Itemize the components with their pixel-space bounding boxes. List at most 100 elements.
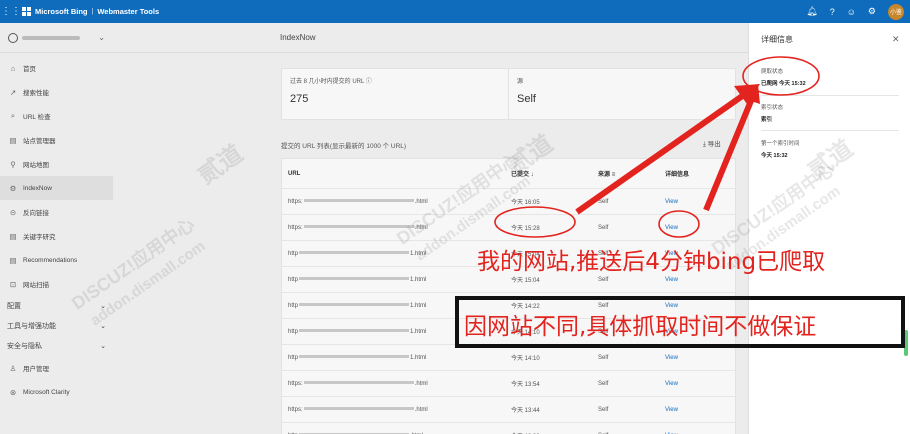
view-link[interactable]: View xyxy=(665,407,735,413)
home-icon: ⌂ xyxy=(10,63,16,73)
sidebar-item-recommendations[interactable]: ▤ Recommendations xyxy=(0,248,113,272)
submitted-time: 今天 14:10 xyxy=(511,356,540,362)
view-link[interactable]: View xyxy=(665,225,735,231)
url-prefix: http xyxy=(288,250,299,257)
scan-icon: ⊡ xyxy=(9,279,17,289)
app-launcher-icon[interactable]: ⋮⋮ xyxy=(0,6,22,17)
gear-icon: ⚙ xyxy=(9,183,17,193)
url-prefix: http xyxy=(288,354,299,361)
first-index-time-value: 今天 15:32 xyxy=(761,153,788,159)
url-list-title: 提交的 URL 列表(显示最新的 1000 个 URL) xyxy=(281,143,407,150)
url-redacted xyxy=(299,277,410,281)
url-cell[interactable]: https: .html xyxy=(282,225,511,231)
submitted-time: 今天 15:04 xyxy=(511,278,540,284)
view-link[interactable]: View xyxy=(665,381,735,387)
sidebar: ⌄ ⌂ 首页 ↗ 搜索性能 ⌕ URL 检查 ▤ 站点管理器 ⚲ 网站地图 ⚙ IndexN… xyxy=(0,23,113,434)
url-prefix: http xyxy=(288,328,299,335)
sidebar-item-site-scan[interactable]: ⊡ 网站扫描 xyxy=(0,272,113,296)
sidebar-item-sitemaps[interactable]: ⚲ 网站地图 xyxy=(0,152,113,176)
view-link[interactable]: View xyxy=(665,277,735,283)
annotation-text-no-guarantee: 因网站不同,具体抓取时间不做保证 xyxy=(464,314,817,340)
url-redacted xyxy=(303,407,414,411)
view-link[interactable]: View xyxy=(665,355,735,361)
col-source[interactable]: 来源 ≡ xyxy=(598,169,665,178)
settings-gear-icon[interactable]: ⚙ xyxy=(868,6,876,17)
chevron-down-icon: ⌄ xyxy=(100,343,106,350)
url-suffix: 1.html xyxy=(410,328,427,335)
url-cell[interactable]: https: .html xyxy=(282,407,511,413)
document-icon: ▤ xyxy=(9,255,17,265)
url-redacted xyxy=(303,225,414,229)
clarity-icon: ⊛ xyxy=(9,387,17,397)
source-cell: 源 Self xyxy=(508,69,735,119)
brand-name[interactable]: Microsoft Bing xyxy=(35,7,88,16)
table-row: http.html今天 13:33SelfView xyxy=(282,423,735,434)
url-suffix: .html xyxy=(414,224,428,231)
url-cell[interactable]: https: .html xyxy=(282,199,511,205)
url-cell[interactable]: http 1.html xyxy=(282,355,511,361)
url-redacted xyxy=(299,251,410,255)
product-name: Webmaster Tools xyxy=(97,7,160,16)
top-icons: 🔔︎ ? ☺ ⚙ 小鉴 xyxy=(806,0,904,23)
submitted-time: 今天 16:05 xyxy=(511,200,540,206)
sidebar-item-clarity[interactable]: ⊛ Microsoft Clarity xyxy=(0,380,113,404)
document-icon: ▤ xyxy=(9,135,17,145)
sidebar-item-site-explorer[interactable]: ▤ 站点管理器 xyxy=(0,128,113,152)
details-panel: 详细信息 ✕ 爬取状态 已爬网 今天 15:32 索引状态 索引 第一个索引时间… xyxy=(748,23,910,434)
col-submitted[interactable]: 已提交 ↓ xyxy=(511,169,598,178)
submitted-time: 今天 13:54 xyxy=(511,382,540,388)
sidebar-item-user-management[interactable]: ♙ 用户管理 xyxy=(0,356,113,380)
source-value: Self xyxy=(598,380,609,387)
summary-card: 过去 8 几小时内提交的 URL ⓘ 275 源 Self xyxy=(281,68,736,120)
submitted-count-cell: 过去 8 几小时内提交的 URL ⓘ 275 xyxy=(282,69,508,119)
sidebar-item-home[interactable]: ⌂ 首页 xyxy=(0,56,113,80)
divider xyxy=(761,130,899,131)
site-name-redacted xyxy=(22,35,80,40)
sidebar-item-search-performance[interactable]: ↗ 搜索性能 xyxy=(0,80,113,104)
feedback-smiley-icon[interactable]: ☺ xyxy=(847,7,856,17)
user-avatar[interactable]: 小鉴 xyxy=(888,3,904,20)
site-selector[interactable]: ⌄ xyxy=(0,23,113,53)
url-prefix: http xyxy=(288,302,299,309)
col-details: 详细信息 xyxy=(665,172,690,178)
trend-icon: ↗ xyxy=(9,87,17,97)
first-index-time: 第一个索引时间 今天 15:32 xyxy=(749,139,910,159)
close-icon[interactable]: ✕ xyxy=(892,34,900,45)
url-cell[interactable]: http 1.html xyxy=(282,277,511,283)
chevron-down-icon: ⌄ xyxy=(100,303,106,310)
crawl-status-label: 爬取状态 xyxy=(761,69,784,75)
col-url[interactable]: URL xyxy=(282,171,511,177)
main-content: IndexNow 过去 8 几小时内提交的 URL ⓘ 275 源 Self 提… xyxy=(113,23,748,434)
source-value: Self xyxy=(598,406,609,413)
sidebar-group-tools[interactable]: 工具与增强功能 ⌄ xyxy=(0,316,113,336)
sidebar-item-indexnow[interactable]: ⚙ IndexNow xyxy=(0,176,113,200)
url-prefix: https: xyxy=(288,406,303,413)
microsoft-logo-icon xyxy=(22,7,31,16)
submitted-count-label: 过去 8 几小时内提交的 URL ⓘ xyxy=(290,79,372,85)
notification-icon[interactable]: 🔔︎ xyxy=(806,6,817,17)
sidebar-item-keyword-research[interactable]: ▤ 关键字研究 xyxy=(0,224,113,248)
help-icon[interactable]: ? xyxy=(830,7,835,17)
index-status: 索引状态 索引 xyxy=(749,103,910,123)
sidebar-item-url-inspection[interactable]: ⌕ URL 检查 xyxy=(0,104,113,128)
url-prefix: https: xyxy=(288,224,303,231)
source-value: Self xyxy=(517,93,536,105)
brand-separator: | xyxy=(91,8,94,15)
document-icon: ▤ xyxy=(9,231,17,241)
sidebar-group-config[interactable]: 配置 ⌄ xyxy=(0,296,113,316)
submitted-time: 今天 15:28 xyxy=(511,226,540,232)
url-suffix: .html xyxy=(414,380,428,387)
view-link[interactable]: View xyxy=(665,199,735,205)
details-panel-title: 详细信息 xyxy=(761,35,793,44)
table-row: http 1.html 今天 14:10 Self View xyxy=(282,345,735,371)
sitemap-icon: ⚲ xyxy=(10,159,16,169)
source-value: Self xyxy=(598,354,609,361)
sidebar-group-security[interactable]: 安全与隐私 ⌄ xyxy=(0,336,113,356)
url-cell[interactable]: https: .html xyxy=(282,381,511,387)
sidebar-item-backlinks[interactable]: ⊝ 反向链接 xyxy=(0,200,113,224)
table-header: URL 已提交 ↓ 来源 ≡ 详细信息 xyxy=(282,159,735,189)
page-title: IndexNow xyxy=(113,23,748,53)
url-redacted xyxy=(303,199,414,203)
url-redacted xyxy=(299,329,410,333)
export-button[interactable]: ⤓ 导出 xyxy=(703,138,721,149)
